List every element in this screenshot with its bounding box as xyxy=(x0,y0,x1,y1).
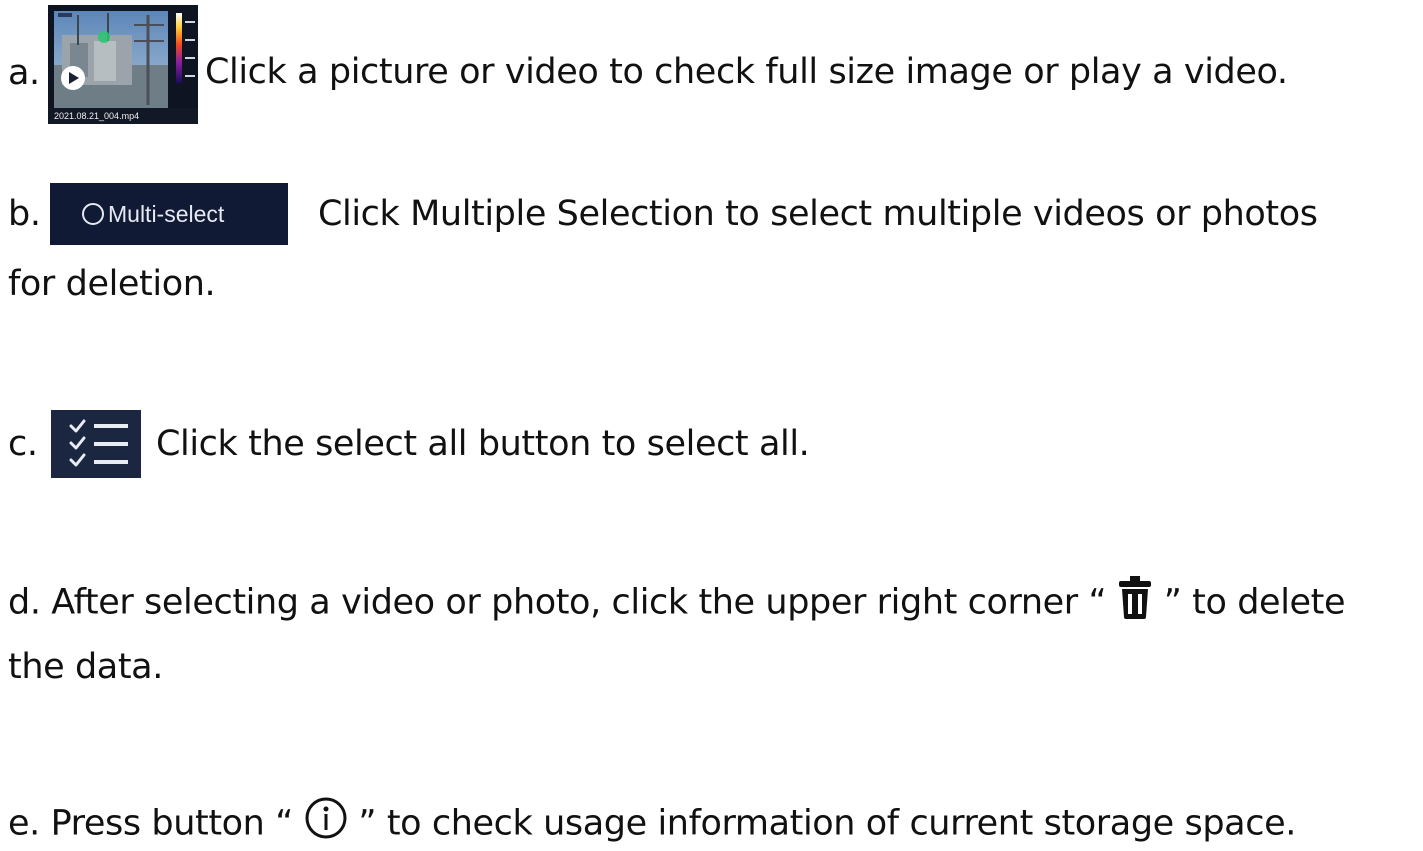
radio-circle-icon xyxy=(82,203,104,225)
item-b-text-line1: Click Multiple Selection to select multi… xyxy=(318,194,1318,234)
video-thumbnail-icon xyxy=(54,11,195,108)
info-icon xyxy=(304,796,348,851)
trash-icon xyxy=(1117,575,1153,630)
select-all-button[interactable] xyxy=(51,410,141,478)
item-a-text: Click a picture or video to check full s… xyxy=(205,52,1288,92)
item-d-line1: d. After selecting a video or photo, cli… xyxy=(8,575,1346,630)
video-thumbnail[interactable]: 2021.08.21_004.mp4 xyxy=(48,5,198,124)
item-c-prefix: c. xyxy=(8,424,38,464)
multi-select-button[interactable]: Multi-select xyxy=(50,183,288,245)
item-b-text-line2: for deletion. xyxy=(8,264,216,304)
play-icon[interactable] xyxy=(61,66,85,90)
item-d-prefix: d. xyxy=(8,582,41,623)
item-a-prefix: a. xyxy=(8,53,40,93)
item-d-text-after: ” to delete xyxy=(1163,582,1346,623)
item-e-text-after: ” to check usage information of current … xyxy=(358,803,1296,844)
checklist-icon xyxy=(69,419,128,467)
item-e-line: e. Press button “ ” to check usage infor… xyxy=(8,796,1296,851)
thumbnail-caption: 2021.08.21_004.mp4 xyxy=(48,108,198,124)
item-e-text-before: e. Press button “ xyxy=(8,803,293,844)
item-d-text-line2: the data. xyxy=(8,647,163,687)
multi-select-label: Multi-select xyxy=(108,201,225,227)
item-d-text-before: After selecting a video or photo, click … xyxy=(51,582,1107,623)
item-b-prefix: b. xyxy=(8,194,41,234)
item-c-text: Click the select all button to select al… xyxy=(156,424,810,464)
